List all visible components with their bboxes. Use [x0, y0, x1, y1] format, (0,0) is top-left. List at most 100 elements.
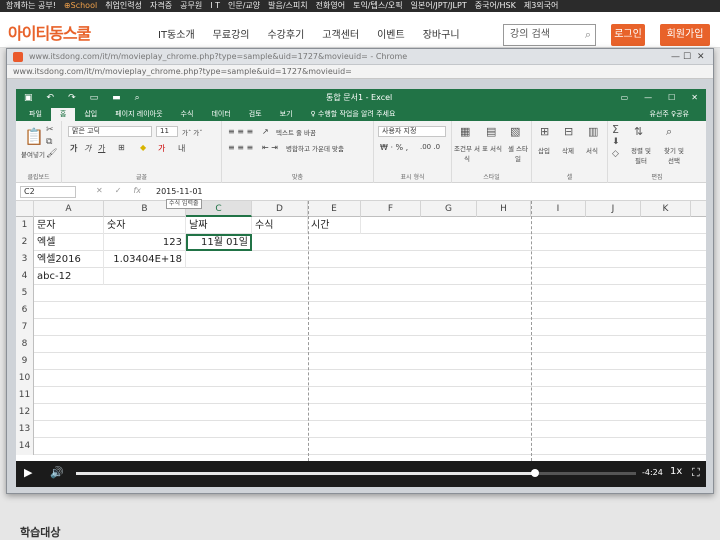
- row-header[interactable]: 3: [16, 251, 34, 268]
- align-left-icon[interactable]: ≡ ≡ ≡: [228, 143, 253, 152]
- autosum-icon[interactable]: Σ: [612, 123, 619, 136]
- format-cells-icon[interactable]: ▥: [588, 125, 598, 138]
- insert-cells-label[interactable]: 삽입: [538, 145, 550, 155]
- row-header[interactable]: 1: [16, 217, 34, 234]
- name-box[interactable]: C2: [20, 186, 76, 198]
- tab-review[interactable]: 검토: [240, 108, 271, 121]
- nav-item-about[interactable]: IT동소개: [158, 26, 195, 41]
- cell[interactable]: 시간: [308, 217, 361, 234]
- new-file-icon[interactable]: ▭: [90, 89, 99, 107]
- tab-formulas[interactable]: 수식: [172, 108, 203, 121]
- font-grow-shrink-icon[interactable]: 가ˆ 가ˇ: [182, 127, 203, 137]
- find-select-icon[interactable]: ⌕: [666, 125, 672, 139]
- cancel-entry-icon[interactable]: ✕: [96, 186, 103, 195]
- site-logo[interactable]: 아이티동스쿨: [8, 20, 91, 44]
- row-header[interactable]: 7: [16, 319, 34, 336]
- format-table-label[interactable]: 표 서식: [482, 143, 502, 153]
- ribbon-display-icon[interactable]: ▭: [621, 89, 629, 107]
- clear-icon[interactable]: ◇: [612, 149, 619, 159]
- top-category-item[interactable]: 제3외국어: [524, 0, 559, 12]
- cell-style-icon[interactable]: ▧: [510, 125, 520, 138]
- nav-item-events[interactable]: 이벤트: [377, 26, 405, 41]
- redo-icon[interactable]: ↷: [68, 89, 76, 107]
- indent-icon[interactable]: ⇤ ⇥: [262, 143, 278, 152]
- row-header[interactable]: 5: [16, 285, 34, 302]
- cell[interactable]: 날짜: [186, 217, 252, 234]
- spreadsheet-grid[interactable]: ABCDEFGHIJK 1 문자 숫자 날짜 수식 시간 2 엑셀 123 11월 01일 3 엑셀2…: [16, 201, 706, 461]
- conditional-format-icon[interactable]: ▦: [460, 125, 470, 138]
- cell[interactable]: 숫자: [104, 217, 186, 234]
- progress-knob[interactable]: [531, 469, 540, 477]
- align-top-icon[interactable]: ≡ ≡ ≡: [228, 127, 253, 136]
- merge-center-button[interactable]: 병합하고 가운데 맞춤: [286, 143, 344, 153]
- excel-maximize-icon[interactable]: ☐: [668, 89, 675, 107]
- insert-function-icon[interactable]: fx: [133, 186, 141, 195]
- top-category-item[interactable]: I T: [210, 0, 220, 12]
- top-category-item[interactable]: 자격증: [150, 0, 172, 12]
- tab-view[interactable]: 보기: [271, 108, 302, 121]
- top-category-item[interactable]: 중국어/HSK: [475, 0, 516, 12]
- font-color-icon[interactable]: 가: [158, 143, 165, 154]
- find-select-label[interactable]: 찾기 및 선택: [660, 145, 688, 165]
- excel-close-icon[interactable]: ✕: [691, 89, 698, 107]
- formula-input[interactable]: 2015-11-01: [156, 186, 696, 198]
- lecture-search-input[interactable]: 강의 검색 ⌕: [503, 24, 596, 46]
- column-header-k[interactable]: K: [641, 201, 691, 217]
- row-header[interactable]: 6: [16, 302, 34, 319]
- cell[interactable]: 11월 01일: [186, 234, 252, 251]
- currency-percent-icon[interactable]: ₩ · % ,: [380, 143, 408, 152]
- cut-icon[interactable]: ✂: [46, 125, 54, 135]
- fullscreen-icon[interactable]: ⛶: [692, 466, 700, 480]
- select-all-corner[interactable]: [16, 201, 34, 217]
- decimal-icon[interactable]: .00 .0: [420, 143, 440, 151]
- nav-item-reviews[interactable]: 수강후기: [267, 26, 304, 41]
- insert-cells-icon[interactable]: ⊞: [540, 125, 549, 138]
- column-header-a[interactable]: A: [34, 201, 104, 217]
- nav-item-free-lectures[interactable]: 무료강의: [213, 26, 250, 41]
- paste-label[interactable]: 붙여넣기: [21, 149, 45, 159]
- search-icon[interactable]: ⌕: [585, 25, 591, 45]
- top-category-item[interactable]: 발음/스피치: [268, 0, 308, 12]
- border-icon[interactable]: ⊞: [118, 143, 125, 152]
- font-size-select[interactable]: 11: [156, 126, 178, 137]
- top-category-item[interactable]: 일본어/JPT/JLPT: [411, 0, 467, 12]
- row-header[interactable]: 9: [16, 353, 34, 370]
- nav-item-support[interactable]: 고객센터: [322, 26, 359, 41]
- excel-minimize-icon[interactable]: —: [644, 89, 652, 107]
- print-preview-icon[interactable]: ⌕: [135, 89, 140, 107]
- delete-cells-label[interactable]: 삭제: [562, 145, 574, 155]
- cell[interactable]: abc-12: [34, 268, 104, 285]
- cell[interactable]: 엑셀: [34, 234, 104, 251]
- cell[interactable]: 엑셀2016: [34, 251, 104, 268]
- play-icon[interactable]: ▶: [24, 466, 32, 479]
- undo-icon[interactable]: ↶: [47, 89, 55, 107]
- cell[interactable]: 123: [104, 234, 186, 251]
- open-file-icon[interactable]: ▬: [112, 89, 121, 107]
- row-header[interactable]: 13: [16, 421, 34, 438]
- fill-icon[interactable]: ⬇: [612, 137, 620, 147]
- cell[interactable]: 1.03404E+18: [104, 251, 186, 268]
- row-header[interactable]: 8: [16, 336, 34, 353]
- top-category-item[interactable]: 함께하는 공부!: [6, 0, 56, 12]
- format-table-icon[interactable]: ▤: [486, 125, 496, 138]
- row-header[interactable]: 12: [16, 404, 34, 421]
- cell[interactable]: 문자: [34, 217, 104, 234]
- sort-filter-icon[interactable]: ⇅: [634, 125, 643, 138]
- top-category-item[interactable]: 취업인력성: [105, 0, 142, 12]
- column-header-g[interactable]: G: [421, 201, 477, 217]
- top-category-item[interactable]: 인문/교양: [228, 0, 260, 12]
- login-button[interactable]: 로그인: [611, 24, 645, 46]
- font-name-select[interactable]: 맑은 고딕: [68, 126, 152, 137]
- minimize-icon[interactable]: —: [671, 49, 680, 65]
- column-header-h[interactable]: H: [477, 201, 531, 217]
- column-header-d[interactable]: D: [252, 201, 308, 217]
- copy-icon[interactable]: ⧉: [46, 137, 52, 147]
- row-header[interactable]: 14: [16, 438, 34, 455]
- column-header-f[interactable]: F: [361, 201, 421, 217]
- paste-icon[interactable]: 📋: [24, 127, 44, 146]
- maximize-icon[interactable]: ☐: [683, 49, 691, 65]
- row-header[interactable]: 11: [16, 387, 34, 404]
- volume-icon[interactable]: 🔊: [50, 466, 64, 479]
- sort-filter-label[interactable]: 정렬 및 필터: [628, 145, 654, 165]
- format-painter-icon[interactable]: 🖌: [46, 149, 57, 159]
